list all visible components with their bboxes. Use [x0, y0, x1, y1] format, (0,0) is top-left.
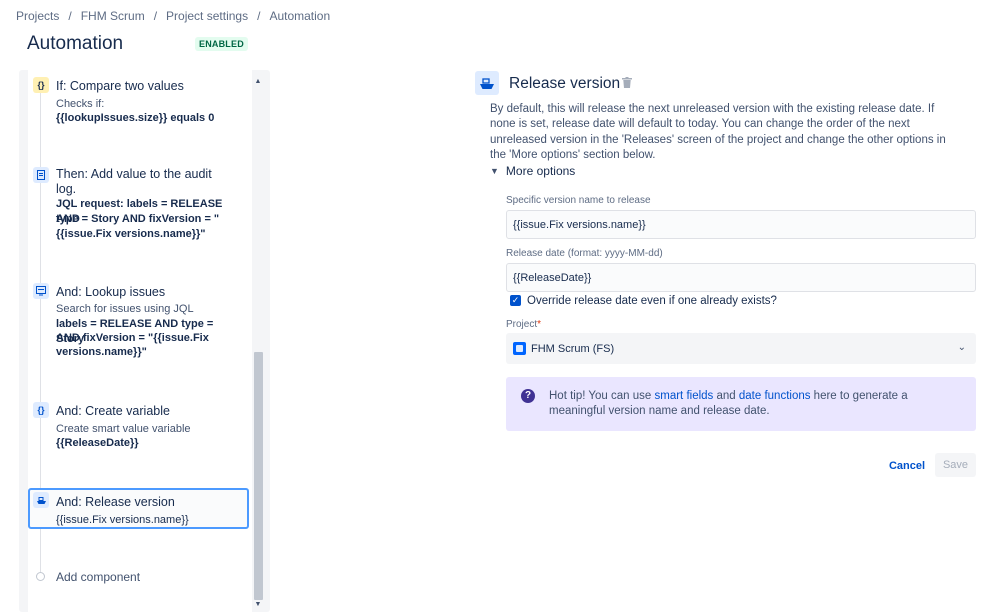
step-release-title[interactable]: And: Release version: [56, 494, 226, 510]
step-variable-title[interactable]: And: Create variable: [56, 403, 226, 419]
save-button[interactable]: Save: [935, 453, 976, 477]
tip-prefix: Hot tip! You can use: [549, 390, 655, 402]
page-title: Automation: [27, 33, 124, 54]
curly-braces-icon: {}: [33, 77, 49, 93]
smart-fields-link[interactable]: smart fields: [655, 390, 714, 402]
question-icon: ?: [521, 389, 535, 403]
breadcrumb-projects[interactable]: Projects: [16, 9, 59, 23]
step-audit-detail: {{issue.Fix versions.name}}": [56, 228, 206, 240]
override-date-checkbox[interactable]: ✓: [510, 295, 521, 306]
step-lookup-sub: Search for issues using JQL: [56, 303, 194, 315]
panel-title: Release version: [509, 75, 621, 92]
step-lookup-detail: versions.name}}": [56, 346, 147, 358]
cancel-button[interactable]: Cancel: [884, 456, 930, 476]
panel-description: By default, this will release the next u…: [490, 103, 946, 161]
step-variable-detail: {{ReleaseDate}}: [56, 437, 139, 449]
breadcrumb-separator: /: [257, 9, 261, 23]
breadcrumb-separator: /: [68, 9, 72, 23]
version-name-input[interactable]: [506, 210, 976, 239]
tip-mid: and: [713, 390, 739, 402]
chevron-down-icon: ⌄: [957, 342, 966, 353]
step-audit-title-1[interactable]: Then: Add value to the audit: [56, 166, 226, 182]
override-date-label: Override release date even if one alread…: [527, 295, 777, 307]
project-select[interactable]: FHM Scrum (FS) ⌄: [506, 333, 976, 364]
step-compare-sub: Checks if:: [56, 98, 105, 110]
audit-log-icon: [33, 167, 49, 183]
step-audit-detail: type = Story AND fixVersion = ": [56, 213, 220, 225]
curly-braces-icon: {}: [33, 402, 49, 418]
breadcrumb: Projects / FHM Scrum / Project settings …: [16, 9, 330, 23]
project-label-text: Project: [506, 319, 538, 330]
more-options-label: More options: [505, 164, 576, 178]
status-badge: ENABLED: [195, 37, 248, 51]
lookup-issues-icon: [33, 283, 49, 299]
step-audit-title-2[interactable]: log.: [56, 181, 226, 197]
scroll-up-icon[interactable]: ▲: [254, 78, 262, 85]
step-variable-sub: Create smart value variable: [56, 423, 191, 435]
trash-icon[interactable]: [622, 77, 632, 88]
ship-icon: [475, 71, 499, 95]
breadcrumb-project-settings[interactable]: Project settings: [166, 9, 248, 23]
breadcrumb-separator: /: [153, 9, 158, 23]
release-date-input[interactable]: [506, 263, 976, 292]
add-component-button[interactable]: Add component: [56, 570, 140, 584]
project-label: Project*: [506, 319, 541, 330]
release-date-label: Release date (format: yyyy-MM-dd): [506, 248, 663, 259]
hot-tip-banner: ? Hot tip! You can use smart fields and …: [506, 377, 976, 431]
step-lookup-detail: AND fixVersion = "{{issue.Fix: [56, 332, 209, 344]
version-name-label: Specific version name to release: [506, 195, 651, 206]
chevron-down-icon: ▼: [490, 166, 499, 176]
more-options-toggle[interactable]: ▼ More options: [490, 164, 575, 178]
breadcrumb-project[interactable]: FHM Scrum: [81, 9, 145, 23]
ship-icon: [33, 492, 49, 508]
date-functions-link[interactable]: date functions: [739, 390, 811, 402]
hot-tip-text: Hot tip! You can use smart fields and da…: [549, 389, 959, 419]
step-compare-title[interactable]: If: Compare two values: [56, 78, 226, 94]
scrollbar-thumb[interactable]: [254, 352, 263, 600]
add-component-dot[interactable]: [36, 572, 45, 581]
step-compare-detail: {{lookupIssues.size}} equals 0: [56, 112, 215, 124]
project-select-value: FHM Scrum (FS): [531, 342, 615, 355]
breadcrumb-automation[interactable]: Automation: [269, 9, 330, 23]
step-release-detail: {{issue.Fix versions.name}}: [56, 514, 189, 526]
scroll-down-icon[interactable]: ▼: [254, 601, 262, 608]
required-marker: *: [537, 319, 542, 330]
step-lookup-title[interactable]: And: Lookup issues: [56, 284, 226, 300]
project-avatar-icon: [513, 342, 526, 355]
